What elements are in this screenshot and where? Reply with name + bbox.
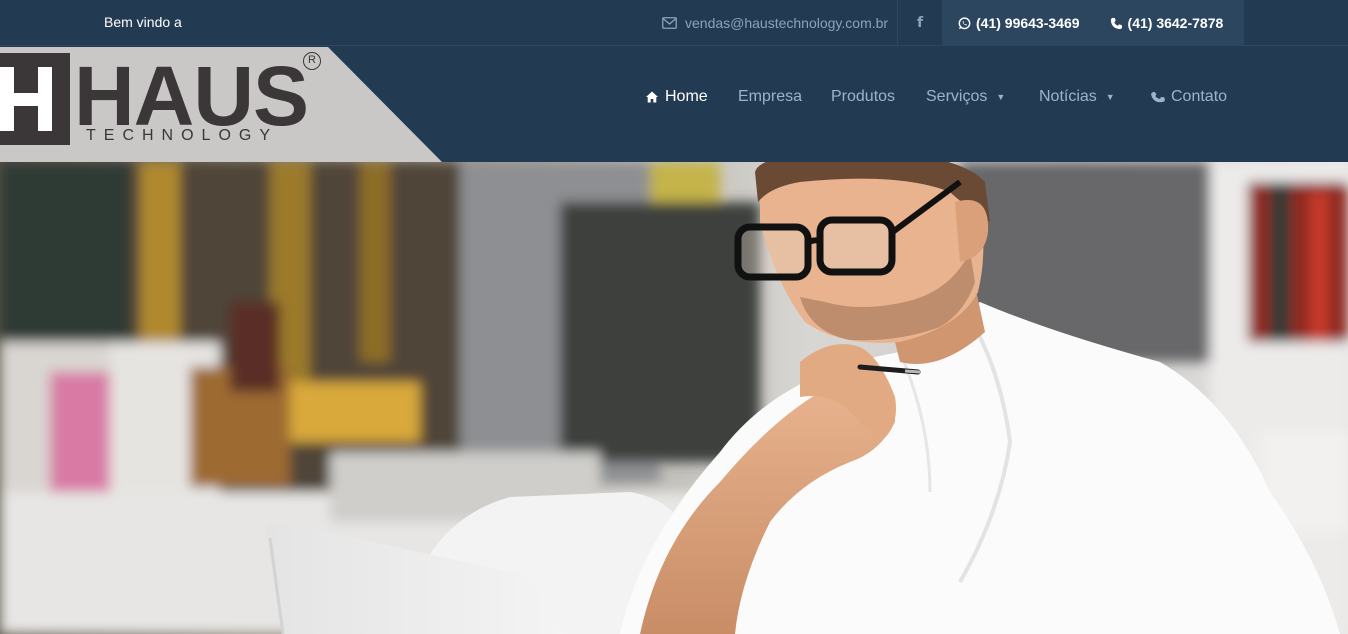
hero-image (0, 162, 1348, 634)
email-link[interactable]: vendas@haustechnology.com.br (662, 13, 888, 33)
nav-contato[interactable]: Contato (1151, 87, 1227, 107)
nav-produtos[interactable]: Produtos (831, 87, 895, 107)
facebook-icon: f (916, 15, 924, 31)
phone-contacts: (41) 99643-3469 (41) 3642-7878 (942, 0, 1244, 46)
nav-servicos[interactable]: Serviços ▼ (926, 87, 1005, 107)
phone-icon (1110, 17, 1122, 29)
whatsapp-phone-link[interactable]: (41) 99643-3469 (958, 15, 1080, 31)
facebook-link[interactable]: f (897, 0, 942, 46)
nav-produtos-label: Produtos (831, 88, 896, 105)
nav-home-label: Home (665, 88, 708, 105)
home-icon (646, 91, 658, 103)
nav-empresa-label: Empresa (738, 88, 803, 105)
envelope-icon (662, 17, 677, 29)
landline-phone-link[interactable]: (41) 3642-7878 (1110, 15, 1224, 31)
nav-noticias-label: Notícias (1039, 88, 1097, 105)
main-nav: Home Empresa Produtos Serviços ▼ Notícia… (0, 47, 1348, 162)
whatsapp-icon (958, 16, 971, 29)
site-header: HAUS TECHNOLOGY R Home Empresa Produtos … (0, 47, 1348, 162)
whatsapp-phone-text: (41) 99643-3469 (976, 15, 1080, 31)
email-text: vendas@haustechnology.com.br (685, 15, 889, 31)
chevron-down-icon: ▼ (996, 92, 1006, 102)
nav-servicos-label: Serviços (926, 88, 988, 105)
chevron-down-icon: ▼ (1105, 92, 1115, 102)
phone-icon (1151, 91, 1165, 103)
nav-home[interactable]: Home (645, 87, 708, 107)
landline-phone-text: (41) 3642-7878 (1127, 15, 1224, 31)
hero-banner (0, 162, 1348, 634)
nav-contato-label: Contato (1171, 88, 1228, 105)
welcome-text: Bem vindo a (104, 14, 182, 30)
top-bar: Bem vindo a vendas@haustechnology.com.br… (0, 0, 1348, 46)
nav-noticias[interactable]: Notícias ▼ (1039, 87, 1115, 107)
nav-empresa[interactable]: Empresa (738, 87, 802, 107)
